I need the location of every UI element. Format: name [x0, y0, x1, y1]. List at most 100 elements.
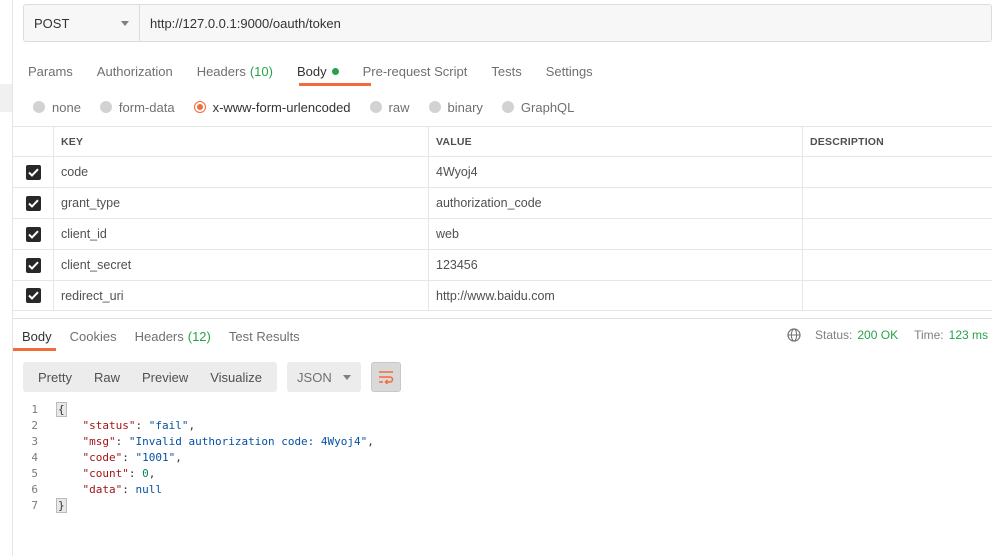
- time-label: Time:: [914, 328, 944, 342]
- description-cell[interactable]: [803, 250, 992, 280]
- tab-tests[interactable]: Tests: [491, 60, 521, 86]
- code-line: 1{: [23, 401, 374, 417]
- radio-label: GraphQL: [520, 99, 575, 115]
- radio-binary[interactable]: binary: [428, 99, 483, 115]
- tab-label: Body: [22, 329, 52, 344]
- body-type-selector: none form-data x-www-form-urlencoded raw…: [33, 98, 593, 116]
- tab-headers[interactable]: Headers (10): [197, 60, 273, 86]
- description-cell[interactable]: [803, 219, 992, 249]
- code-token: :: [122, 482, 136, 496]
- format-label: JSON: [297, 369, 332, 385]
- response-divider[interactable]: [13, 318, 992, 319]
- description-cell[interactable]: [803, 157, 992, 187]
- sidebar-highlight: [0, 84, 12, 112]
- radio-raw[interactable]: raw: [369, 100, 410, 115]
- code-text: "msg": "Invalid authorization code: 4Wyo…: [56, 435, 374, 448]
- table-row: code 4Wyoj4: [13, 157, 992, 188]
- line-number: 5: [31, 466, 38, 480]
- value-cell[interactable]: authorization_code: [429, 188, 803, 218]
- tab-label: Params: [28, 63, 73, 79]
- tab-label: Headers: [134, 329, 184, 344]
- view-visualize-button[interactable]: Visualize: [199, 362, 273, 392]
- code-token: "code": [82, 450, 123, 464]
- request-url-bar: POST http://127.0.0.1:9000/oauth/token: [23, 4, 992, 42]
- key-cell[interactable]: client_id: [54, 219, 429, 249]
- code-token: "count": [82, 466, 129, 480]
- view-preview-button[interactable]: Preview: [131, 362, 199, 392]
- view-raw-button[interactable]: Raw: [83, 362, 131, 392]
- row-checkbox[interactable]: [25, 164, 41, 180]
- headers-count: (10): [249, 63, 273, 79]
- tab-label: Tests: [491, 63, 522, 79]
- code-token: "1001": [135, 450, 176, 464]
- line-number: 7: [31, 498, 38, 512]
- tab-label: Body: [296, 63, 327, 79]
- resp-headers-count: (12): [187, 329, 211, 344]
- line-number: 2: [31, 418, 38, 432]
- code-token: :: [122, 450, 136, 464]
- checkbox-cell: [13, 250, 54, 280]
- row-checkbox[interactable]: [25, 195, 41, 211]
- format-select[interactable]: JSON: [287, 362, 362, 392]
- radio-form-data[interactable]: form-data: [99, 99, 175, 115]
- radio-none[interactable]: none: [33, 100, 81, 115]
- header-key: KEY: [54, 127, 429, 156]
- time-value[interactable]: 123 ms: [949, 328, 988, 342]
- key-cell[interactable]: grant_type: [54, 188, 429, 218]
- key-cell[interactable]: code: [54, 157, 429, 187]
- radio-x-www-form-urlencoded[interactable]: x-www-form-urlencoded: [193, 100, 351, 115]
- resp-tab-test-results[interactable]: Test Results: [229, 327, 300, 349]
- chevron-down-icon: [343, 374, 352, 380]
- tab-settings[interactable]: Settings: [546, 60, 593, 86]
- globe-icon[interactable]: [787, 328, 801, 342]
- table-row: redirect_uri http://www.baidu.com: [13, 281, 992, 311]
- resp-tab-headers[interactable]: Headers (12): [135, 327, 211, 349]
- tab-authorization[interactable]: Authorization: [97, 60, 173, 86]
- radio-circle-icon: [428, 101, 441, 113]
- table-row: client_id web: [13, 219, 992, 250]
- code-line: 4 "code": "1001",: [23, 449, 374, 465]
- value-cell[interactable]: 4Wyoj4: [429, 157, 803, 187]
- checkbox-cell: [13, 281, 54, 310]
- resp-tab-body[interactable]: Body: [22, 327, 52, 349]
- value-cell[interactable]: web: [429, 219, 803, 249]
- code-text: "count": 0,: [56, 466, 156, 480]
- code-token: ,: [175, 450, 182, 464]
- key-cell[interactable]: redirect_uri: [54, 281, 429, 310]
- code-line: 3 "msg": "Invalid authorization code: 4W…: [23, 433, 374, 449]
- code-token: "msg": [82, 434, 116, 448]
- radio-graphql[interactable]: GraphQL: [501, 99, 575, 115]
- response-view-bar: Pretty Raw Preview Visualize JSON: [23, 362, 402, 392]
- description-cell[interactable]: [803, 188, 992, 218]
- resp-tab-cookies[interactable]: Cookies: [70, 327, 117, 349]
- line-number: 4: [31, 450, 38, 464]
- radio-selected-icon: [193, 101, 206, 113]
- code-token: }: [56, 497, 67, 513]
- radio-label: binary: [447, 99, 483, 115]
- code-text: {: [56, 401, 67, 417]
- word-wrap-button[interactable]: [371, 362, 402, 392]
- code-line: 5 "count": 0,: [23, 465, 374, 481]
- row-checkbox[interactable]: [25, 226, 41, 242]
- view-pretty-button[interactable]: Pretty: [27, 362, 83, 392]
- tab-pre-request-script[interactable]: Pre-request Script: [363, 60, 468, 86]
- response-body-editor[interactable]: 1{2 "status": "fail", 3 "msg": "Invalid a…: [23, 401, 374, 513]
- status-value[interactable]: 200 OK: [857, 328, 898, 342]
- tab-label: Authorization: [96, 63, 173, 79]
- row-checkbox[interactable]: [25, 257, 41, 273]
- value-cell[interactable]: http://www.baidu.com: [429, 281, 803, 310]
- url-input[interactable]: http://127.0.0.1:9000/oauth/token: [140, 16, 341, 31]
- method-select[interactable]: POST: [24, 5, 140, 41]
- radio-label: form-data: [118, 99, 175, 115]
- row-checkbox[interactable]: [25, 288, 41, 303]
- value-cell[interactable]: 123456: [429, 250, 803, 280]
- active-tab-indicator: [299, 83, 371, 86]
- key-cell[interactable]: client_secret: [54, 250, 429, 280]
- tab-params[interactable]: Params: [28, 60, 73, 86]
- code-line: 7}: [23, 497, 374, 513]
- description-cell[interactable]: [803, 281, 992, 310]
- body-active-dot-icon: [331, 67, 339, 75]
